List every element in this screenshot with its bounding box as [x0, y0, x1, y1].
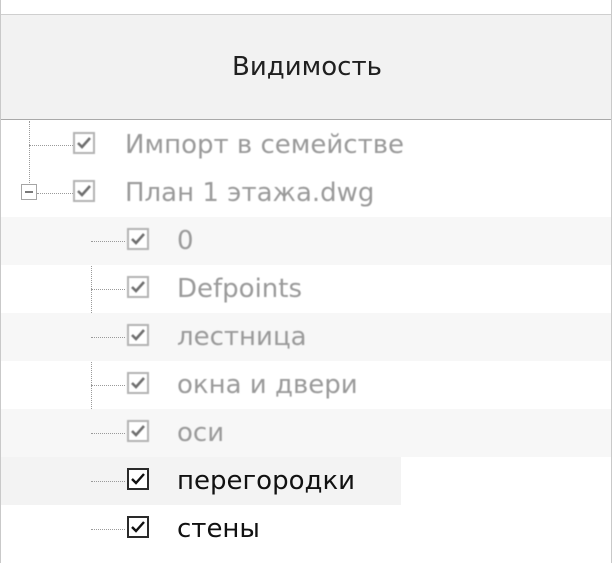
tree-row[interactable]: Defpoints: [1, 265, 611, 313]
layer-tree: Импорт в семействе План 1 этажа.dwg 0 De…: [1, 121, 611, 563]
visibility-checkbox[interactable]: [127, 516, 149, 538]
check-icon: [131, 329, 145, 341]
tree-guide-branch: [91, 385, 125, 386]
visibility-checkbox[interactable]: [127, 228, 149, 250]
tree-row-label: стены: [177, 514, 260, 544]
check-icon: [131, 377, 145, 389]
tree-row[interactable]: Импорт в семействе: [1, 121, 611, 169]
tree-row[interactable]: оси: [1, 409, 611, 457]
check-icon: [131, 521, 145, 533]
visibility-panel: Видимость Импорт в семействе План 1 этаж…: [0, 0, 612, 563]
tree-guide-branch: [91, 529, 125, 530]
check-icon: [131, 425, 145, 437]
tree-guide-branch: [91, 289, 125, 290]
tree-row-label: перегородки: [177, 466, 356, 496]
tree-row[interactable]: План 1 этажа.dwg: [1, 169, 611, 217]
tree-row[interactable]: перегородки: [1, 457, 401, 505]
tree-row[interactable]: окна и двери: [1, 361, 611, 409]
check-icon: [131, 473, 145, 485]
check-icon: [131, 281, 145, 293]
tree-guide-branch: [91, 337, 125, 338]
tree-guide-branch: [91, 241, 125, 242]
tree-row[interactable]: лестница: [1, 313, 611, 361]
tree-row-label: Defpoints: [177, 274, 303, 304]
tree-row-label: План 1 этажа.dwg: [125, 178, 375, 208]
visibility-checkbox[interactable]: [73, 180, 95, 202]
tree-guide-branch: [91, 433, 125, 434]
column-header[interactable]: Видимость: [1, 14, 611, 120]
tree-row-label: 0: [177, 226, 194, 256]
tree-row-label: лестница: [177, 322, 307, 352]
check-icon: [131, 233, 145, 245]
visibility-checkbox[interactable]: [127, 324, 149, 346]
visibility-checkbox[interactable]: [127, 372, 149, 394]
check-icon: [77, 137, 91, 149]
tree-row[interactable]: стены: [1, 505, 321, 553]
visibility-checkbox[interactable]: [73, 132, 95, 154]
tree-row-label: окна и двери: [177, 370, 358, 400]
check-icon: [77, 185, 91, 197]
visibility-checkbox[interactable]: [127, 420, 149, 442]
tree-row-label: Импорт в семействе: [125, 130, 405, 160]
column-header-label: Видимость: [232, 52, 382, 82]
visibility-checkbox[interactable]: [127, 276, 149, 298]
tree-row[interactable]: 0: [1, 217, 611, 265]
visibility-checkbox[interactable]: [127, 468, 149, 490]
tree-guide-branch: [91, 481, 125, 482]
collapse-minus-icon[interactable]: [21, 184, 37, 200]
tree-row-label: оси: [177, 418, 225, 448]
